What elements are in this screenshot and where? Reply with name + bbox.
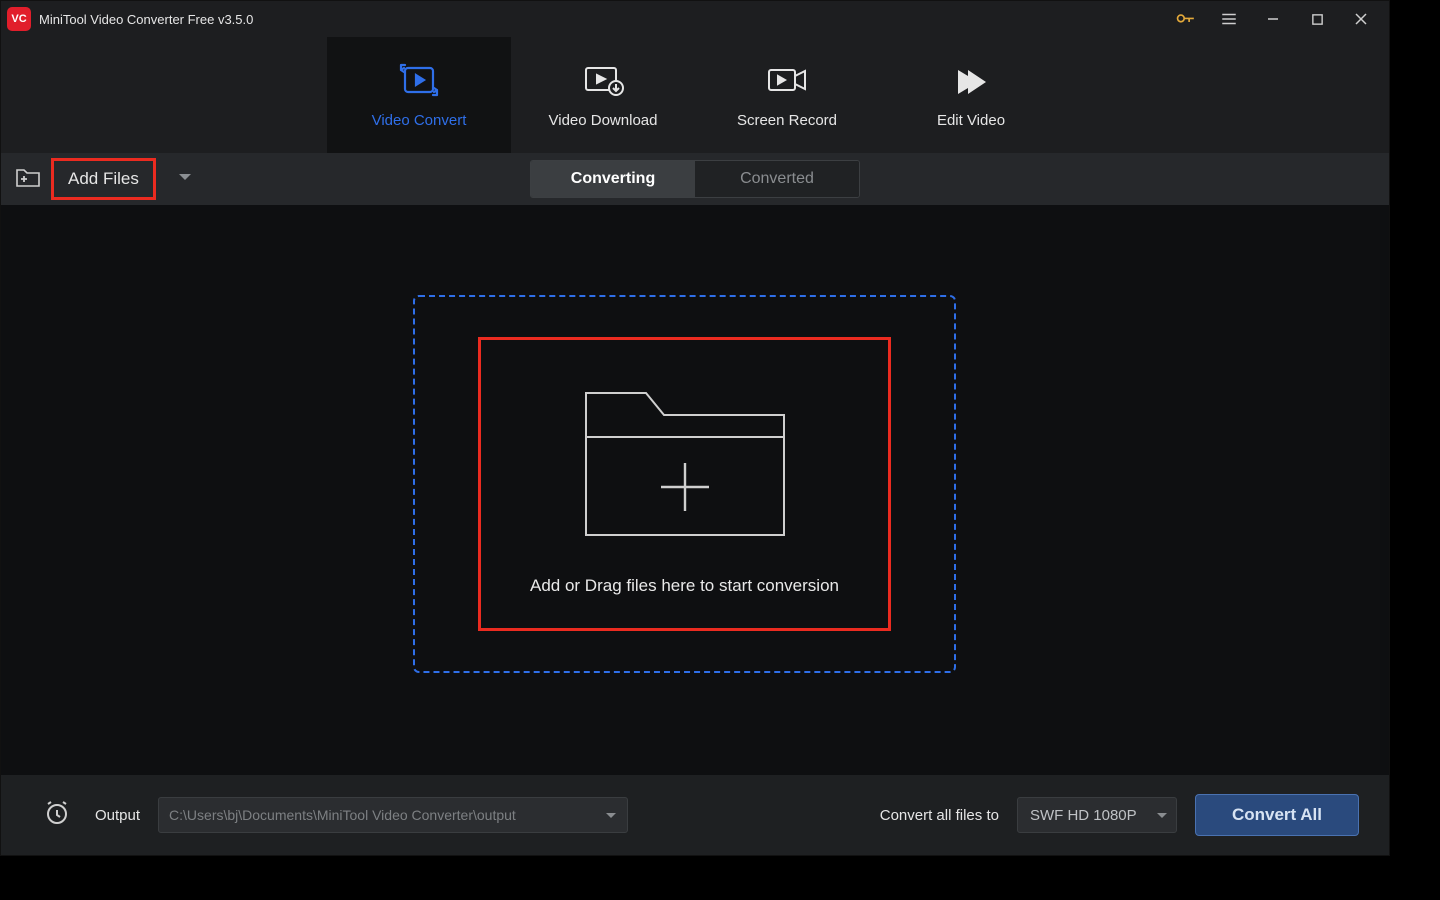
main-area: Add or Drag files here to start conversi… [1, 205, 1389, 775]
segment-converted[interactable]: Converted [695, 161, 859, 197]
video-convert-icon [399, 62, 439, 98]
tab-label: Video Download [549, 112, 658, 129]
segment-label: Converting [571, 170, 655, 188]
hamburger-menu-icon[interactable] [1207, 1, 1251, 37]
add-files-dropdown-icon[interactable] [178, 170, 192, 188]
video-download-icon [582, 62, 624, 98]
screen-record-icon [765, 62, 809, 98]
drop-zone[interactable]: Add or Drag files here to start conversi… [413, 295, 956, 673]
edit-video-icon [954, 62, 988, 98]
convert-all-label: Convert all files to [880, 807, 999, 824]
segment-label: Converted [740, 170, 814, 188]
chevron-down-icon [1156, 807, 1168, 824]
title-bar: VC MiniTool Video Converter Free v3.5.0 [1, 1, 1389, 37]
footer-bar: Output C:\Users\bj\Documents\MiniTool Vi… [1, 775, 1389, 855]
drop-zone-text: Add or Drag files here to start conversi… [530, 576, 839, 596]
tab-label: Video Convert [372, 112, 467, 129]
output-format-select[interactable]: SWF HD 1080P [1017, 797, 1177, 833]
output-path-text: C:\Users\bj\Documents\MiniTool Video Con… [169, 807, 516, 823]
tab-video-download[interactable]: Video Download [511, 37, 695, 153]
convert-all-button-label: Convert All [1232, 805, 1322, 825]
tab-edit-video[interactable]: Edit Video [879, 37, 1063, 153]
add-file-icon[interactable] [15, 166, 41, 193]
key-icon[interactable] [1163, 1, 1207, 37]
chevron-down-icon [605, 807, 617, 823]
tab-label: Screen Record [737, 112, 837, 129]
drop-zone-highlight[interactable]: Add or Drag files here to start conversi… [478, 337, 891, 631]
output-format-value: SWF HD 1080P [1030, 807, 1137, 824]
tab-label: Edit Video [937, 112, 1005, 129]
output-label: Output [95, 807, 140, 824]
close-button[interactable] [1339, 1, 1383, 37]
convert-status-segment: Converting Converted [530, 160, 860, 198]
app-logo-icon: VC [7, 7, 31, 31]
top-nav: Video Convert Video Download [1, 37, 1389, 153]
tab-video-convert[interactable]: Video Convert [327, 37, 511, 153]
tab-screen-record[interactable]: Screen Record [695, 37, 879, 153]
add-files-button[interactable]: Add Files [51, 158, 156, 200]
maximize-button[interactable] [1295, 1, 1339, 37]
schedule-icon[interactable] [43, 799, 71, 832]
minimize-button[interactable] [1251, 1, 1295, 37]
toolbar: Add Files Converting Converted [1, 153, 1389, 205]
convert-all-button[interactable]: Convert All [1195, 794, 1359, 836]
app-window: VC MiniTool Video Converter Free v3.5.0 [0, 0, 1390, 856]
folder-plus-icon [580, 373, 790, 548]
window-title: MiniTool Video Converter Free v3.5.0 [39, 12, 253, 27]
output-path-select[interactable]: C:\Users\bj\Documents\MiniTool Video Con… [158, 797, 628, 833]
add-files-label: Add Files [68, 169, 139, 188]
segment-converting[interactable]: Converting [531, 161, 695, 197]
